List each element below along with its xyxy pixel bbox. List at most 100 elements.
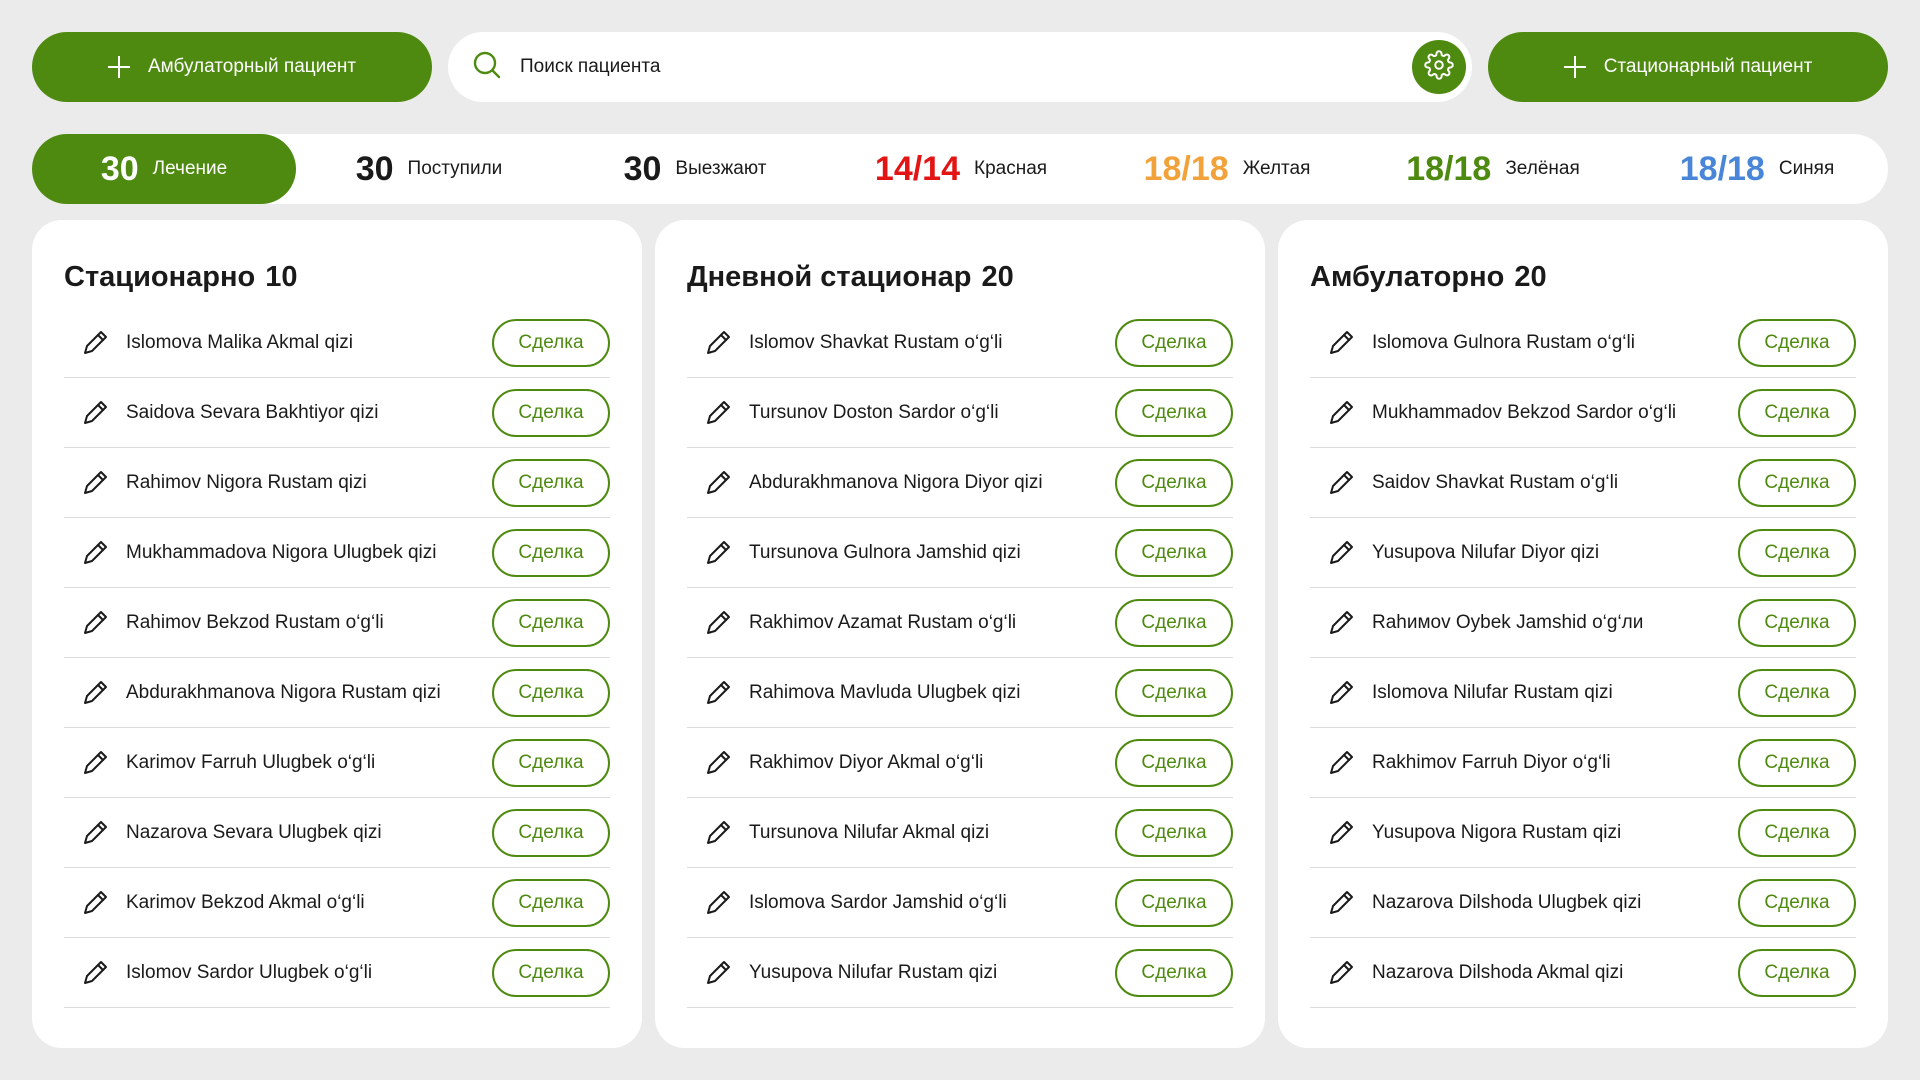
patient-panel-2: Дневной стационар 20 Islomov Shavkat Rusta… (655, 220, 1265, 1048)
deal-button[interactable]: Сделка (1115, 878, 1233, 927)
pencil-icon[interactable] (80, 328, 110, 358)
filter-label: Поступили (407, 158, 503, 179)
patient-name: Rahimov Nigora Rustam qizi (126, 471, 367, 493)
pencil-icon[interactable] (703, 958, 733, 988)
patient-row: Islomov Shavkat Rustam o‘g‘li Сделка (687, 308, 1233, 378)
pencil-icon[interactable] (80, 398, 110, 428)
deal-button[interactable]: Сделка (1738, 598, 1856, 647)
pencil-icon[interactable] (1326, 748, 1356, 778)
deal-button[interactable]: Сделка (492, 738, 610, 787)
pencil-icon[interactable] (703, 398, 733, 428)
patient-row: Karimov Bekzod Akmal o‘g‘li Сделка (64, 868, 610, 938)
deal-button[interactable]: Сделка (492, 878, 610, 927)
deal-button[interactable]: Сделка (492, 528, 610, 577)
deal-button[interactable]: Сделка (1738, 808, 1856, 857)
deal-button[interactable]: Сделка (492, 318, 610, 367)
pencil-icon[interactable] (1326, 678, 1356, 708)
patient-name: Karimov Farruh Ulugbek o‘g‘li (126, 751, 376, 773)
pencil-icon[interactable] (80, 678, 110, 708)
patient-row: Saidova Sevara Bakhtiyor qizi Сделка (64, 378, 610, 448)
filter-label: Выезжают (675, 158, 767, 179)
deal-button[interactable]: Сделка (1115, 738, 1233, 787)
pencil-icon[interactable] (703, 678, 733, 708)
patient-name: Karimov Bekzod Akmal o‘g‘li (126, 891, 365, 913)
deal-button[interactable]: Сделка (1115, 318, 1233, 367)
search-input[interactable] (520, 56, 1394, 78)
pencil-icon[interactable] (80, 818, 110, 848)
deal-button[interactable]: Сделка (492, 948, 610, 997)
pencil-icon[interactable] (1326, 958, 1356, 988)
pencil-icon[interactable] (703, 888, 733, 918)
settings-button[interactable] (1412, 40, 1466, 94)
pencil-icon[interactable] (703, 468, 733, 498)
pencil-icon[interactable] (703, 328, 733, 358)
filter-label: Желтая (1242, 158, 1311, 179)
patient-name: Yusupova Nilufar Diyor qizi (1372, 541, 1600, 563)
deal-button[interactable]: Сделка (1738, 878, 1856, 927)
deal-button[interactable]: Сделка (1115, 808, 1233, 857)
pencil-icon[interactable] (80, 888, 110, 918)
filter-count: 18/18 (1406, 149, 1492, 188)
deal-button[interactable]: Сделка (1115, 668, 1233, 717)
filter-tab-1[interactable]: 30 Лечение (32, 134, 296, 204)
deal-button[interactable]: Сделка (1738, 318, 1856, 367)
pencil-icon[interactable] (80, 748, 110, 778)
deal-button[interactable]: Сделка (1738, 528, 1856, 577)
patient-list[interactable]: Islomova Malika Akmal qizi Сделка Saidova … (64, 308, 610, 1010)
patient-name: Rakhimov Diyor Akmal o‘g‘li (749, 751, 984, 773)
add-outpatient-button[interactable]: Амбулаторный пациент (32, 32, 432, 102)
filter-tab-3[interactable]: 30 Выезжают (562, 134, 828, 204)
pencil-icon[interactable] (1326, 328, 1356, 358)
deal-button[interactable]: Сделка (492, 668, 610, 717)
patient-name: Nazarova Dilshoda Akmal qizi (1372, 961, 1624, 983)
deal-button[interactable]: Сделка (492, 598, 610, 647)
panel-count: 20 (1514, 261, 1547, 293)
patient-row: Saidov Shavkat Rustam o‘g‘li Сделка (1310, 448, 1856, 518)
pencil-icon[interactable] (703, 748, 733, 778)
deal-button[interactable]: Сделка (492, 388, 610, 437)
search-icon (472, 50, 502, 85)
pencil-icon[interactable] (703, 608, 733, 638)
deal-button[interactable]: Сделка (1738, 738, 1856, 787)
patient-list[interactable]: Islomov Shavkat Rustam o‘g‘li Сделка Tursu… (687, 308, 1233, 1010)
filter-tab-2[interactable]: 30 Поступили (296, 134, 562, 204)
pencil-icon[interactable] (80, 538, 110, 568)
deal-button[interactable]: Сделка (1738, 668, 1856, 717)
patient-name: Rahimova Mavluda Ulugbek qizi (749, 681, 1021, 703)
patient-row: Nazarova Dilshoda Akmal qizi Сделка (1310, 938, 1856, 1008)
panel-count: 20 (981, 261, 1014, 293)
pencil-icon[interactable] (80, 468, 110, 498)
pencil-icon[interactable] (80, 958, 110, 988)
patient-name: Tursunova Nilufar Akmal qizi (749, 821, 990, 843)
pencil-icon[interactable] (1326, 398, 1356, 428)
filter-tab-5[interactable]: 18/18 Желтая (1094, 134, 1360, 204)
deal-button[interactable]: Сделка (1738, 948, 1856, 997)
deal-button[interactable]: Сделка (1115, 528, 1233, 577)
deal-button[interactable]: Сделка (492, 808, 610, 857)
patient-name: Islomov Sardor Ulugbek o‘g‘li (126, 961, 373, 983)
pencil-icon[interactable] (1326, 818, 1356, 848)
patient-row: Islomova Gulnora Rustam o‘g‘li Сделка (1310, 308, 1856, 378)
pencil-icon[interactable] (1326, 608, 1356, 638)
patient-row: Yusupova Nigora Rustam qizi Сделка (1310, 798, 1856, 868)
deal-button[interactable]: Сделка (1115, 598, 1233, 647)
pencil-icon[interactable] (1326, 468, 1356, 498)
deal-button[interactable]: Сделка (1115, 948, 1233, 997)
pencil-icon[interactable] (703, 538, 733, 568)
pencil-icon[interactable] (80, 608, 110, 638)
patient-row: Karimov Farruh Ulugbek o‘g‘li Сделка (64, 728, 610, 798)
deal-button[interactable]: Сделка (492, 458, 610, 507)
patient-name: Rahimov Bekzod Rustam o‘g‘li (126, 611, 384, 633)
patient-list[interactable]: Islomova Gulnora Rustam o‘g‘li Сделка Mukh… (1310, 308, 1856, 1010)
pencil-icon[interactable] (703, 818, 733, 848)
deal-button[interactable]: Сделка (1115, 458, 1233, 507)
filter-tab-7[interactable]: 18/18 Синяя (1626, 134, 1888, 204)
pencil-icon[interactable] (1326, 538, 1356, 568)
filter-tab-6[interactable]: 18/18 Зелёная (1360, 134, 1626, 204)
deal-button[interactable]: Сделка (1115, 388, 1233, 437)
deal-button[interactable]: Сделка (1738, 388, 1856, 437)
filter-tab-4[interactable]: 14/14 Красная (828, 134, 1094, 204)
deal-button[interactable]: Сделка (1738, 458, 1856, 507)
pencil-icon[interactable] (1326, 888, 1356, 918)
add-inpatient-button[interactable]: Стационарный пациент (1488, 32, 1888, 102)
